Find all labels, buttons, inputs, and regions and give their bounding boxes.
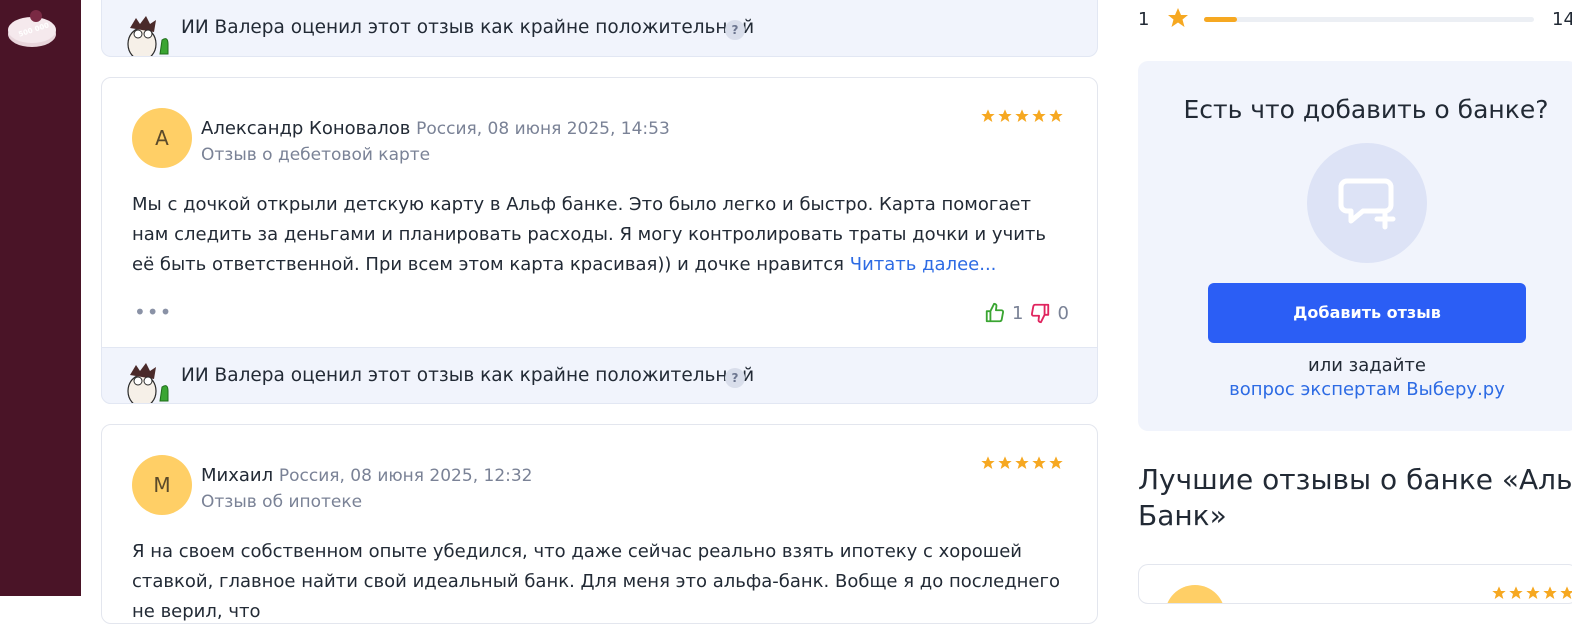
author-name[interactable]: Александр Коновалов	[201, 118, 410, 139]
ask-experts-link[interactable]: вопрос экспертам Выберу.ру	[1138, 379, 1572, 400]
author-name[interactable]: Михаил	[201, 465, 273, 486]
help-icon[interactable]: ?	[725, 368, 745, 388]
ai-rating-text: ИИ Валера оценил этот отзыв как крайне п…	[181, 17, 755, 38]
star-icon	[1168, 8, 1188, 27]
thumbs-down-icon[interactable]	[1029, 302, 1051, 324]
rating-bar	[1204, 17, 1534, 22]
dislikes-count: 0	[1057, 302, 1069, 324]
comment-add-icon-circle	[1307, 143, 1427, 263]
rating-stars	[1491, 585, 1572, 601]
help-icon[interactable]: ?	[725, 20, 745, 40]
ai-rating-bar: ИИ Валера оценил этот отзыв как крайне п…	[101, 347, 1098, 404]
add-review-title: Есть что добавить о банке?	[1183, 95, 1549, 124]
best-reviews-title: Лучшие отзывы о банке «Альфа- Банк»	[1138, 462, 1572, 534]
rating-stars	[980, 108, 1064, 124]
star-icon	[1032, 456, 1046, 469]
rating-bar-fill	[1204, 17, 1237, 22]
star-icon	[981, 109, 995, 122]
star-icon	[998, 109, 1012, 122]
review-text: Я на своем собственном опыте убедился, ч…	[132, 541, 1060, 622]
star-icon	[1560, 586, 1572, 599]
star-icon	[1492, 586, 1506, 599]
review-product: Отзыв о дебетовой карте	[201, 145, 431, 165]
likes-count: 1	[1012, 302, 1024, 324]
avatar: А	[132, 108, 192, 168]
ai-mascot-icon	[127, 16, 169, 56]
review-text: Мы с дочкой открыли детскую карту в Альф…	[132, 190, 1072, 280]
star-icon	[1509, 586, 1523, 599]
star-icon	[1526, 586, 1540, 599]
review-card: М Михаил Россия, 08 июня 2025, 12:32 Отз…	[101, 424, 1098, 624]
star-icon	[981, 456, 995, 469]
rating-level: 1	[1138, 9, 1150, 30]
review-author: Александр Коновалов Россия, 08 июня 2025…	[201, 118, 670, 139]
add-review-button[interactable]: Добавить отзыв	[1208, 283, 1526, 343]
star-icon	[1543, 586, 1557, 599]
review-author: Михаил Россия, 08 июня 2025, 12:32	[201, 465, 533, 486]
review-meta: Россия, 08 июня 2025, 12:32	[278, 466, 533, 486]
add-review-box: Есть что добавить о банке? Добавить отзы…	[1138, 61, 1572, 431]
star-icon	[1015, 109, 1029, 122]
review-meta: Россия, 08 июня 2025, 14:53	[416, 119, 670, 139]
review-product: Отзыв об ипотеке	[201, 492, 363, 512]
vote-controls: 1 0	[984, 302, 1069, 324]
read-more-link[interactable]: Читать далее...	[850, 254, 997, 275]
comment-add-icon	[1338, 178, 1396, 230]
ai-rating-text: ИИ Валера оценил этот отзыв как крайне п…	[181, 365, 755, 386]
ai-mascot-icon	[127, 363, 169, 403]
thumbs-up-icon[interactable]	[984, 302, 1006, 324]
star-icon	[998, 456, 1012, 469]
best-reviews-title-line2: Банк»	[1138, 499, 1227, 532]
rating-count: 14	[1552, 9, 1572, 30]
star-icon	[1032, 109, 1046, 122]
avatar	[1165, 585, 1225, 603]
rating-distribution-row: 1 14	[1138, 6, 1572, 34]
left-ad-strip: 500 000	[0, 0, 81, 596]
avatar: М	[132, 455, 192, 515]
more-options-button[interactable]: •••	[134, 300, 172, 324]
star-icon	[1049, 456, 1063, 469]
best-reviews-title-line1: Лучшие отзывы о банке «Альфа-	[1138, 463, 1572, 496]
ai-rating-bar: ИИ Валера оценил этот отзыв как крайне п…	[101, 0, 1098, 57]
or-ask-text: или задайте	[1308, 355, 1426, 376]
star-icon	[1049, 109, 1063, 122]
best-review-card[interactable]	[1138, 564, 1572, 604]
rating-stars	[980, 455, 1064, 471]
star-icon	[1015, 456, 1029, 469]
